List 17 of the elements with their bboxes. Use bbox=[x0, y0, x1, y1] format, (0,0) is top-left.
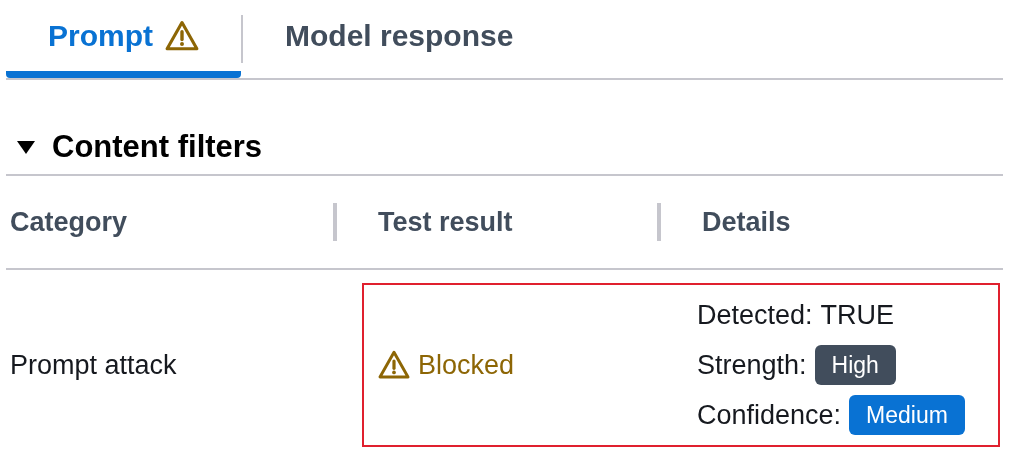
section-title: Content filters bbox=[52, 127, 263, 166]
column-header: Details bbox=[701, 205, 791, 239]
warning-icon bbox=[165, 18, 199, 53]
badge: Medium bbox=[849, 394, 965, 436]
warning-icon bbox=[378, 349, 410, 381]
caret-icon[interactable] bbox=[16, 139, 36, 155]
column-header: Test result bbox=[377, 205, 513, 239]
detail-label: Confidence: bbox=[697, 398, 842, 432]
detail-value: TRUE bbox=[820, 298, 895, 332]
status-text: Blocked bbox=[418, 348, 515, 382]
badge: High bbox=[814, 344, 896, 386]
tab[interactable]: Prompt bbox=[6, 0, 241, 78]
column-header: Category bbox=[9, 205, 128, 239]
detail-label: Detected: bbox=[697, 298, 813, 332]
tab[interactable]: Model response bbox=[243, 0, 556, 78]
detail-label: Strength: bbox=[697, 348, 807, 382]
table-cell: Prompt attack bbox=[10, 349, 177, 380]
